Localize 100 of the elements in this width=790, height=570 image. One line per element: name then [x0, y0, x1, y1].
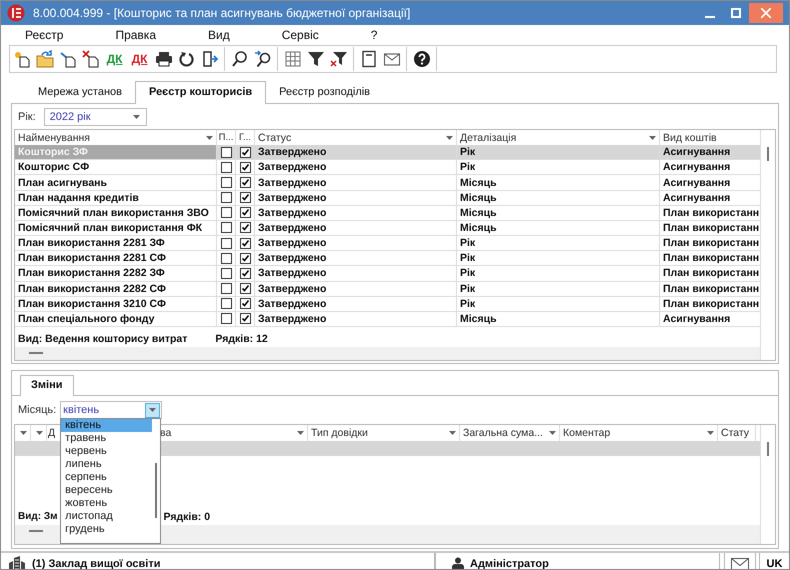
table-row[interactable]: План надання кредитів Затверджено Місяць Асигнування: [15, 190, 760, 206]
dropdown-option[interactable]: жовтень: [61, 497, 152, 510]
menu-item[interactable]: Сервіс: [282, 28, 319, 42]
tab[interactable]: Зміни: [20, 375, 74, 396]
table-cell: Затверджено: [255, 190, 457, 205]
dropdown-option[interactable]: травень: [61, 432, 152, 445]
table-cell: Рік: [457, 160, 660, 174]
tab[interactable]: Реєстр розподілів: [266, 82, 384, 103]
table-cell: Помісячний план використання ЗВО: [15, 206, 217, 220]
menu-item[interactable]: Реєстр: [25, 28, 64, 42]
table-cell: Затверджено: [255, 145, 457, 160]
table-cell: Рік: [457, 251, 660, 266]
table-cell: Затверджено: [255, 266, 457, 281]
filter-arrow-icon[interactable]: [449, 431, 456, 435]
minimize-icon: [705, 16, 715, 18]
filter-arrow-icon[interactable]: [649, 136, 656, 140]
table-row[interactable]: Кошторис СФ Затверджено Рік Асигнування: [15, 160, 760, 176]
table-cell: Місяць: [457, 220, 660, 236]
app-logo-icon: [7, 4, 25, 22]
table-cell: Рік: [457, 266, 660, 281]
mail-button[interactable]: [724, 553, 756, 569]
tab[interactable]: Мережа установ: [25, 82, 135, 103]
table-cell: Місяць: [457, 190, 660, 205]
month-dropdown[interactable]: квітень: [60, 401, 162, 419]
menu-item[interactable]: ?: [370, 28, 378, 42]
close-icon: [761, 8, 771, 18]
caret-icon: [132, 114, 140, 118]
table-cell: План використання 3210 СФ: [15, 296, 217, 311]
window-title: 8.00.004.999 - [Кошторис та план асигнувань бюджетної організації]: [33, 6, 412, 20]
row-count: Рядків: 0: [164, 511, 210, 525]
table-cell: План асигнувань: [15, 175, 217, 190]
filter-arrow-icon[interactable]: [36, 431, 43, 435]
filter-arrow-icon[interactable]: [549, 431, 556, 435]
table-row[interactable]: Кошторис ЗФ Затверджено Рік Асигнування: [15, 145, 760, 160]
user-name: Адміністратор: [470, 558, 549, 569]
table-row[interactable]: План використання 3210 СФ Затверджено Рік План використанн: [15, 296, 760, 312]
dropdown-option[interactable]: червень: [61, 445, 152, 458]
debit-button[interactable]: ДК: [102, 47, 127, 71]
table-cell: Місяць: [457, 312, 660, 326]
maximize-icon: [731, 8, 741, 18]
scroll-thumb[interactable]: [29, 352, 43, 354]
filter-arrow-icon[interactable]: [707, 431, 714, 435]
table-cell: Затверджено: [255, 206, 457, 220]
dropdown-arrow-button[interactable]: [145, 402, 160, 418]
close-button[interactable]: [749, 3, 783, 23]
dropdown-option[interactable]: листопад: [61, 510, 152, 523]
table-cell: Затверджено: [255, 236, 457, 250]
table-cell: Кошторис ЗФ: [15, 145, 217, 160]
table-cell: Кошторис СФ: [15, 160, 217, 174]
table-cell: План використання 2282 СФ: [15, 282, 217, 296]
table-row[interactable]: План використання 2282 СФ Затверджено Рік План використанн: [15, 282, 760, 297]
table-cell: Затверджено: [255, 220, 457, 236]
dropdown-option[interactable]: вересень: [61, 484, 152, 497]
table-cell: План надання кредитів: [15, 190, 217, 205]
view-label: Вид: Ведення кошторису витрат: [18, 333, 188, 347]
year-dropdown[interactable]: 2022 рік: [44, 108, 147, 126]
table-cell: Місяць: [457, 175, 660, 190]
scroll-thumb[interactable]: [767, 147, 769, 161]
table-row[interactable]: Помісячний план використання ФК Затверджено Місяць План використанн: [15, 220, 760, 236]
tab[interactable]: Реєстр кошторисів: [135, 81, 266, 104]
organization-label: (1) Заклад вищої освіти: [32, 558, 160, 569]
filter-arrow-icon[interactable]: [297, 431, 304, 435]
table-cell: Помісячний план використання ФК: [15, 220, 217, 236]
table-row[interactable]: План використання 2281 ЗФ Затверджено Рік План використанн: [15, 236, 760, 252]
filter-arrow-icon[interactable]: [20, 431, 27, 435]
table-cell: Затверджено: [255, 312, 457, 326]
dropdown-option[interactable]: грудень: [61, 523, 152, 536]
scroll-thumb[interactable]: [155, 463, 158, 518]
table-row[interactable]: Помісячний план використання ЗВО Затверджено Місяць План використанн: [15, 206, 760, 221]
view-label: Вид: Зм: [18, 511, 58, 524]
scrollbar[interactable]: [760, 425, 775, 544]
table-cell: План використання 2281 ЗФ: [15, 236, 217, 250]
table-cell: Затверджено: [255, 160, 457, 174]
scroll-thumb[interactable]: [29, 530, 43, 532]
table-cell: Затверджено: [255, 282, 457, 296]
table-cell: Затверджено: [255, 175, 457, 190]
table-cell: План використання 2282 ЗФ: [15, 266, 217, 281]
table-cell: План спеціального фонду: [15, 312, 217, 326]
credit-button[interactable]: ДК: [127, 47, 152, 71]
filter-arrow-icon[interactable]: [446, 136, 453, 140]
dropdown-option[interactable]: квітень: [61, 419, 152, 432]
menu-item[interactable]: Правка: [115, 28, 156, 42]
table-row[interactable]: План спеціального фонду Затверджено Місяць Асигнування: [15, 312, 760, 327]
table-cell: Затверджено: [255, 251, 457, 266]
table-row[interactable]: План використання 2281 СФ Затверджено Рік План використанн: [15, 251, 760, 266]
scroll-thumb[interactable]: [767, 442, 769, 456]
caret-icon: [149, 408, 156, 412]
table-row[interactable]: План використання 2282 ЗФ Затверджено Рік План використанн: [15, 266, 760, 282]
table-cell: Рік: [457, 236, 660, 250]
table-row[interactable]: План асигнувань Затверджено Місяць Асигнування: [15, 175, 760, 191]
scrollbar[interactable]: [760, 130, 775, 360]
filter-arrow-icon[interactable]: [206, 136, 213, 140]
month-label: Місяць:: [18, 404, 56, 416]
table-cell: Рік: [457, 296, 660, 311]
dropdown-option[interactable]: липень: [61, 458, 152, 471]
dropdown-option[interactable]: серпень: [61, 471, 152, 484]
menu-item[interactable]: Вид: [208, 28, 230, 42]
table-cell: Затверджено: [255, 296, 457, 311]
table-cell: План використання 2281 СФ: [15, 251, 217, 266]
row-count: Рядків: 12: [215, 333, 268, 347]
